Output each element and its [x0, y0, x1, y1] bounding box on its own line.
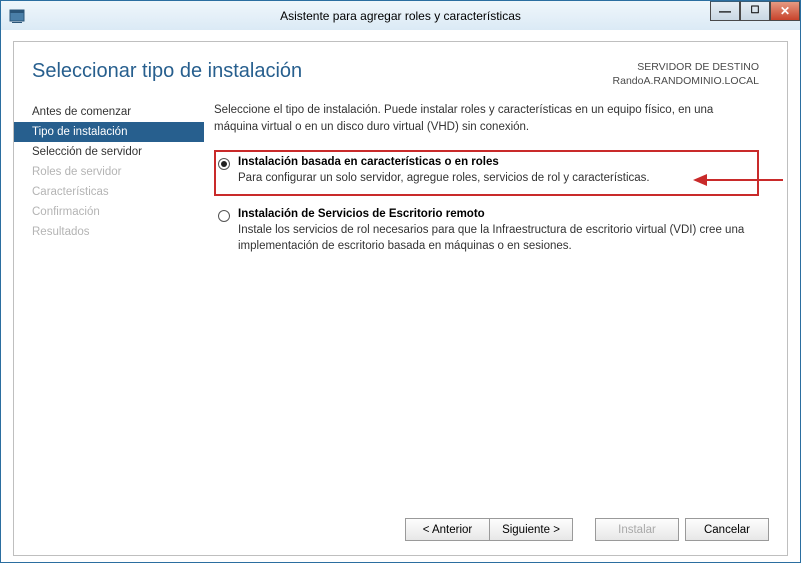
option-rds-desc: Instale los servicios de rol necesarios … [238, 222, 753, 254]
cancel-button[interactable]: Cancelar [685, 518, 769, 541]
nav-server-roles: Roles de servidor [14, 162, 204, 182]
next-button[interactable]: Siguiente > [489, 518, 573, 541]
option-rds-text: Instalación de Servicios de Escritorio r… [238, 208, 753, 254]
option-role-based-desc: Para configurar un solo servidor, agregu… [238, 170, 753, 186]
page-title: Seleccionar tipo de instalación [32, 60, 302, 83]
previous-button[interactable]: < Anterior [405, 518, 489, 541]
close-button[interactable]: ✕ [770, 1, 800, 21]
option-rds-title: Instalación de Servicios de Escritorio r… [238, 208, 753, 220]
titlebar[interactable]: Asistente para agregar roles y caracterí… [1, 0, 800, 30]
option-role-based-text: Instalación basada en características o … [238, 156, 753, 186]
nav-before-start[interactable]: Antes de comenzar [14, 102, 204, 122]
wizard-window: Asistente para agregar roles y caracterí… [0, 0, 801, 563]
app-icon [9, 8, 25, 24]
radio-role-based[interactable] [218, 158, 230, 170]
option-rds[interactable]: Instalación de Servicios de Escritorio r… [214, 202, 759, 264]
nav-features: Características [14, 182, 204, 202]
intro-text: Seleccione el tipo de instalación. Puede… [214, 102, 759, 135]
window-controls: — ☐ ✕ [710, 1, 800, 21]
nav-confirmation: Confirmación [14, 202, 204, 222]
nav-server-selection[interactable]: Selección de servidor [14, 142, 204, 162]
destination-value: RandoA.RANDOMINIO.LOCAL [613, 74, 759, 88]
header-row: Seleccionar tipo de instalación SERVIDOR… [14, 42, 787, 92]
install-type-options: Instalación basada en características o … [214, 150, 759, 264]
main-panel: Seleccione el tipo de instalación. Puede… [204, 100, 787, 270]
nav-button-pair: < Anterior Siguiente > [405, 518, 573, 541]
install-button: Instalar [595, 518, 679, 541]
radio-rds[interactable] [218, 210, 230, 222]
option-role-based-title: Instalación basada en características o … [238, 156, 753, 168]
maximize-button[interactable]: ☐ [740, 1, 770, 21]
nav-install-type[interactable]: Tipo de instalación [14, 122, 204, 142]
content-frame: Seleccionar tipo de instalación SERVIDOR… [13, 41, 788, 556]
destination-label: SERVIDOR DE DESTINO [613, 60, 759, 74]
button-spacer [579, 518, 589, 541]
nav-results: Resultados [14, 222, 204, 242]
wizard-buttons: < Anterior Siguiente > Instalar Cancelar [405, 518, 769, 541]
body-row: Antes de comenzar Tipo de instalación Se… [14, 92, 787, 270]
minimize-button[interactable]: — [710, 1, 740, 21]
window-title: Asistente para agregar roles y caracterí… [280, 9, 521, 23]
destination-box: SERVIDOR DE DESTINO RandoA.RANDOMINIO.LO… [613, 60, 759, 88]
option-role-based[interactable]: Instalación basada en características o … [214, 150, 759, 196]
wizard-nav: Antes de comenzar Tipo de instalación Se… [14, 100, 204, 270]
